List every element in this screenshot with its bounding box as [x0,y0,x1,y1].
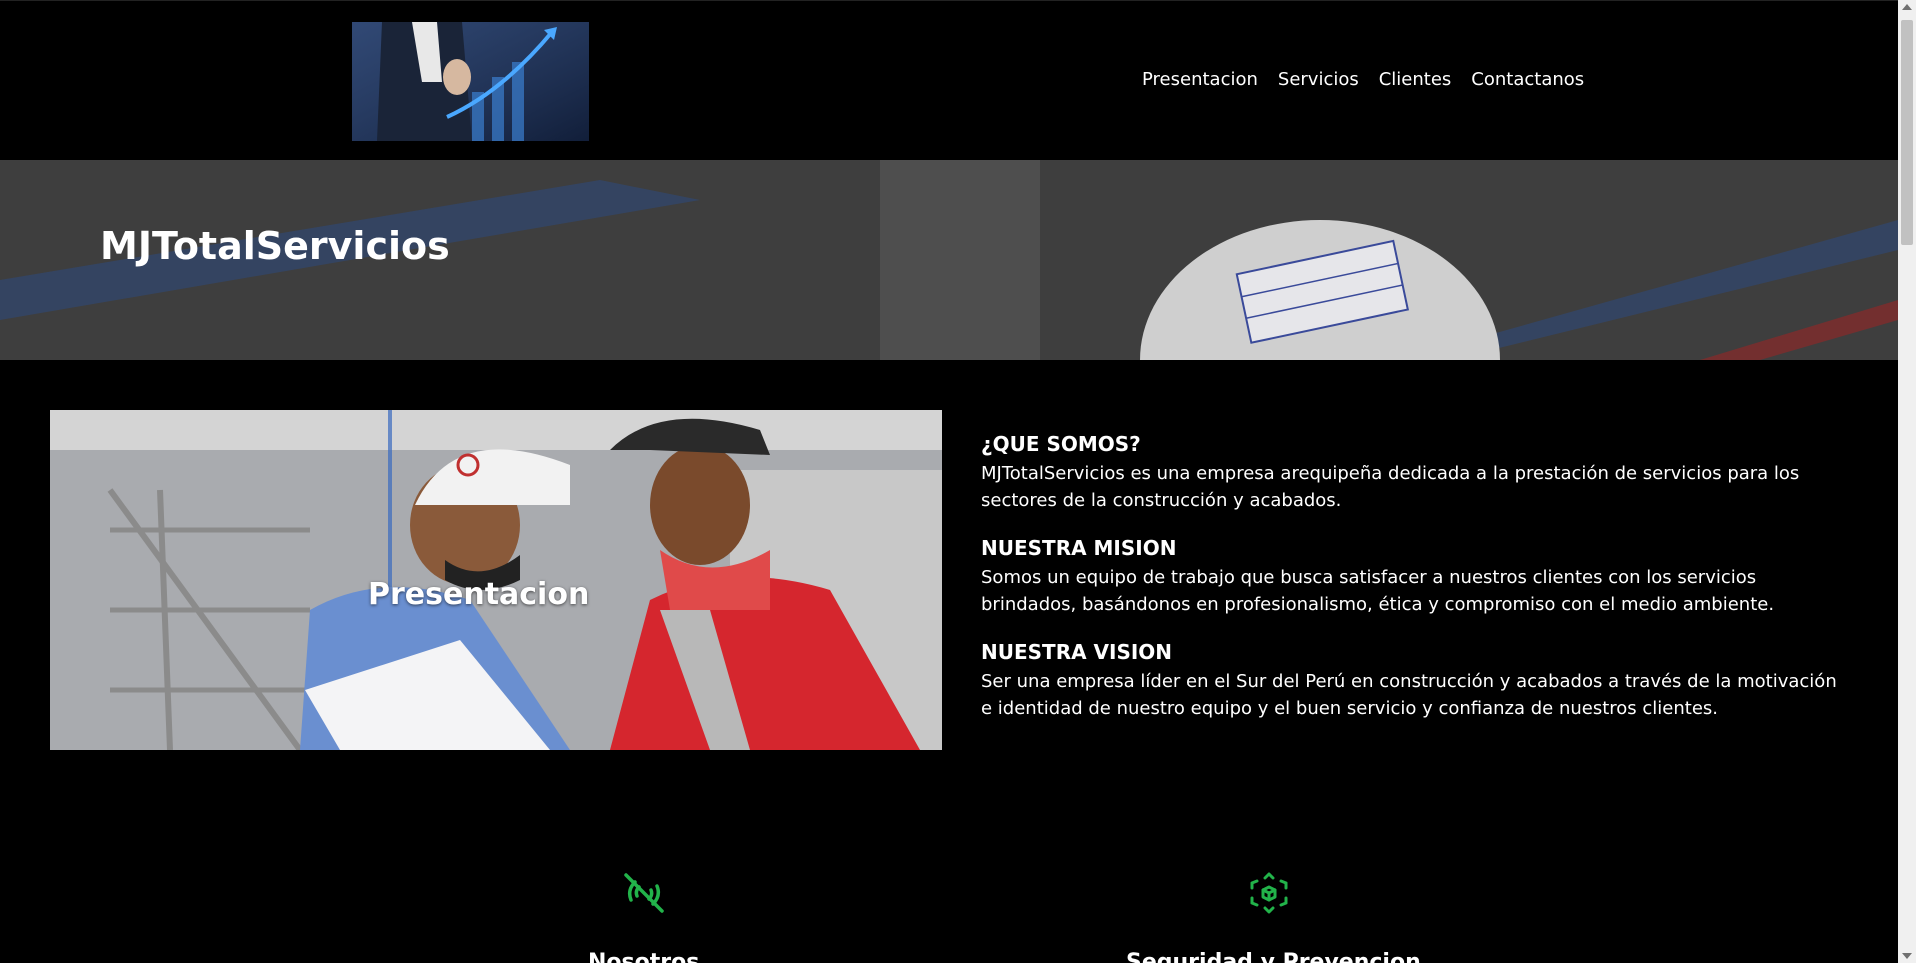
mision-text: Somos un equipo de trabajo que busca sat… [981,567,1775,615]
scroll-down-arrow-icon[interactable] [1902,953,1912,959]
que-somos-heading: ¿QUE SOMOS? [981,432,1141,456]
mision-heading: NUESTRA MISION [981,536,1177,560]
que-somos-text: MJTotalServicios es una empresa arequipe… [981,463,1800,511]
nav-link-clientes[interactable]: Clientes [1369,69,1462,90]
logo-graphic [352,22,589,141]
nav-link-contactanos[interactable]: Contactanos [1461,69,1594,90]
vision-text: Ser una empresa líder en el Sur del Perú… [981,671,1837,719]
hero-banner: MJTotalServicios [0,160,1898,360]
cube-arrows-icon [1246,870,1292,916]
nav-link-servicios[interactable]: Servicios [1268,69,1369,90]
vision-heading: NUESTRA VISION [981,640,1173,664]
logo-image[interactable] [352,22,589,141]
signal-off-icon [621,870,667,916]
about-section: ¿QUE SOMOS? MJTotalServicios es una empr… [981,432,1841,744]
site-header: Presentacion Servicios Clientes Contacta… [0,0,1898,160]
feature-title-nosotros: Nosotros [588,950,700,963]
presentation-image[interactable]: Presentacion [50,410,942,750]
presentation-label: Presentacion [368,577,590,612]
main-nav: Presentacion Servicios Clientes Contacta… [1132,69,1594,90]
nav-link-presentacion[interactable]: Presentacion [1132,69,1268,90]
feature-title-seguridad: Seguridad y Prevencion [1126,950,1421,963]
scroll-thumb[interactable] [1901,20,1913,245]
scroll-up-arrow-icon[interactable] [1902,4,1912,10]
vertical-scrollbar[interactable] [1898,0,1916,963]
page-title: MJTotalServicios [100,224,450,268]
